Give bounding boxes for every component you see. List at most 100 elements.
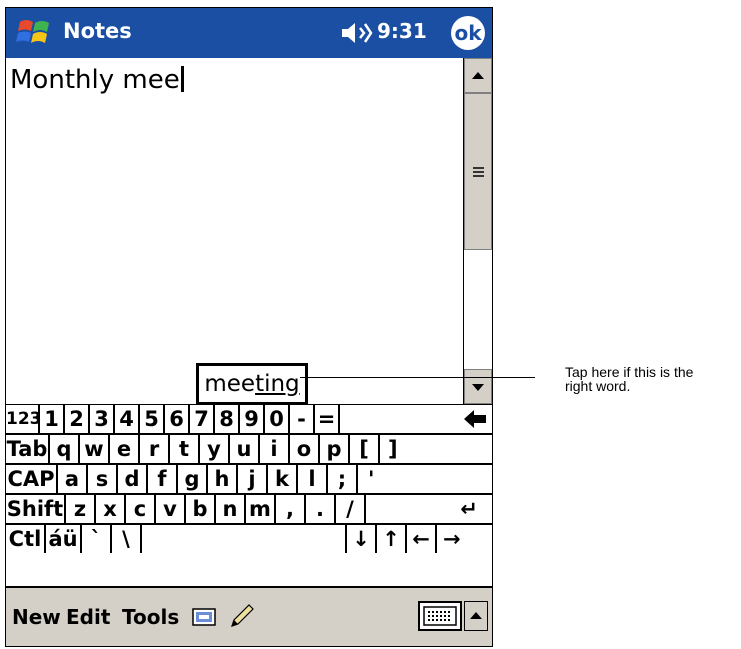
key[interactable]: -: [290, 405, 315, 433]
key[interactable]: q: [50, 435, 80, 463]
key[interactable]: o: [290, 435, 320, 463]
scroll-down-button[interactable]: [464, 369, 492, 404]
soft-keyboard: 123 1 2 3 4 5 6 7 8 9 0 - = Tab q w e r …: [6, 404, 492, 587]
note-content: Monthly mee: [10, 65, 180, 95]
key[interactable]: w: [80, 435, 110, 463]
note-text-area[interactable]: Monthly mee: [6, 58, 463, 404]
key[interactable]: 6: [165, 405, 190, 433]
shift-key[interactable]: Shift: [6, 495, 66, 523]
key[interactable]: a: [58, 465, 88, 493]
key[interactable]: 5: [140, 405, 165, 433]
callout-line-1: Tap here if this is the: [565, 364, 694, 380]
keyboard-icon[interactable]: [418, 601, 462, 631]
key[interactable]: m: [246, 495, 276, 523]
keyboard-row-zxcv: Shift z x c v b n m , . / ↵: [6, 495, 492, 525]
key[interactable]: f: [148, 465, 178, 493]
keyboard-glyph-icon: [423, 606, 457, 626]
arrow-up-key[interactable]: ↑: [377, 525, 407, 553]
scroll-thumb[interactable]: [464, 93, 492, 250]
input-selector-button[interactable]: [464, 601, 488, 631]
key[interactable]: \: [112, 525, 142, 553]
backspace-key[interactable]: [340, 405, 492, 433]
accents-key[interactable]: áü: [46, 525, 82, 553]
key[interactable]: 9: [240, 405, 265, 433]
key[interactable]: t: [170, 435, 200, 463]
key[interactable]: 7: [190, 405, 215, 433]
pocket-pc-screen: Notes 9:31 ok Monthly mee meeting 123 1 …: [5, 7, 493, 647]
key[interactable]: k: [268, 465, 298, 493]
menu-edit[interactable]: Edit: [66, 605, 110, 629]
key[interactable]: ': [358, 465, 492, 493]
keyboard-row-bottom: Ctl áü ` \ ↓ ↑ ← →: [6, 525, 492, 555]
scroll-up-button[interactable]: [464, 58, 492, 93]
key[interactable]: ]: [380, 435, 492, 463]
key[interactable]: [: [350, 435, 380, 463]
key[interactable]: p: [320, 435, 350, 463]
key[interactable]: i: [260, 435, 290, 463]
callout-annotation: Tap here if this is the right word.: [565, 365, 740, 393]
keyboard-row-asdf: CAP a s d f g h j k l ; ': [6, 465, 492, 495]
backspace-icon: [464, 410, 486, 428]
callout-line: [300, 377, 535, 378]
key[interactable]: r: [140, 435, 170, 463]
callout-line-2: right word.: [565, 378, 631, 394]
chevron-up-icon: [470, 612, 482, 619]
arrow-down-icon: [472, 384, 484, 391]
key[interactable]: n: [216, 495, 246, 523]
key[interactable]: e: [110, 435, 140, 463]
menu-new[interactable]: New: [12, 605, 61, 629]
key[interactable]: z: [66, 495, 96, 523]
key[interactable]: d: [118, 465, 148, 493]
key[interactable]: g: [178, 465, 208, 493]
recording-icon[interactable]: [192, 607, 216, 627]
key[interactable]: x: [96, 495, 126, 523]
enter-key[interactable]: ↵: [366, 495, 492, 523]
key[interactable]: 2: [65, 405, 90, 433]
keyboard-row-qwerty: Tab q w e r t y u i o p [ ]: [6, 435, 492, 465]
ok-button[interactable]: ok: [451, 16, 485, 50]
key[interactable]: v: [156, 495, 186, 523]
text-cursor: [180, 66, 184, 92]
arrow-right-key[interactable]: →: [437, 525, 492, 553]
key[interactable]: h: [208, 465, 238, 493]
key[interactable]: u: [230, 435, 260, 463]
caps-key[interactable]: CAP: [6, 465, 58, 493]
key[interactable]: 8: [215, 405, 240, 433]
key[interactable]: ;: [328, 465, 358, 493]
tab-key[interactable]: Tab: [6, 435, 50, 463]
arrow-down-key[interactable]: ↓: [347, 525, 377, 553]
key[interactable]: 0: [265, 405, 290, 433]
app-title: Notes: [63, 19, 132, 43]
key[interactable]: c: [126, 495, 156, 523]
key[interactable]: l: [298, 465, 328, 493]
key[interactable]: ,: [276, 495, 306, 523]
keyboard-row-numbers: 123 1 2 3 4 5 6 7 8 9 0 - =: [6, 405, 492, 435]
menu-tools[interactable]: Tools: [122, 605, 179, 629]
key[interactable]: 3: [90, 405, 115, 433]
key[interactable]: .: [306, 495, 336, 523]
word-suggestion[interactable]: meeting: [196, 363, 308, 405]
key[interactable]: b: [186, 495, 216, 523]
key[interactable]: y: [200, 435, 230, 463]
arrow-up-icon: [472, 72, 484, 79]
pen-icon[interactable]: [226, 601, 256, 631]
key[interactable]: s: [88, 465, 118, 493]
key[interactable]: `: [82, 525, 112, 553]
key[interactable]: 123: [6, 405, 42, 433]
key[interactable]: 1: [40, 405, 65, 433]
key[interactable]: =: [315, 405, 340, 433]
key[interactable]: 4: [115, 405, 140, 433]
grip-icon: [473, 167, 484, 177]
ctrl-key[interactable]: Ctl: [6, 525, 46, 553]
speaker-icon[interactable]: [340, 20, 374, 46]
key[interactable]: j: [238, 465, 268, 493]
windows-flag-icon[interactable]: [16, 16, 54, 50]
menu-bar: New Edit Tools: [6, 586, 492, 646]
key[interactable]: /: [336, 495, 366, 523]
vertical-scrollbar[interactable]: [463, 58, 492, 404]
suggestion-prefix: mee: [204, 371, 256, 397]
arrow-left-key[interactable]: ←: [407, 525, 437, 553]
note-text: Monthly mee: [10, 65, 184, 95]
space-key[interactable]: [142, 525, 347, 553]
clock[interactable]: 9:31: [377, 19, 427, 43]
